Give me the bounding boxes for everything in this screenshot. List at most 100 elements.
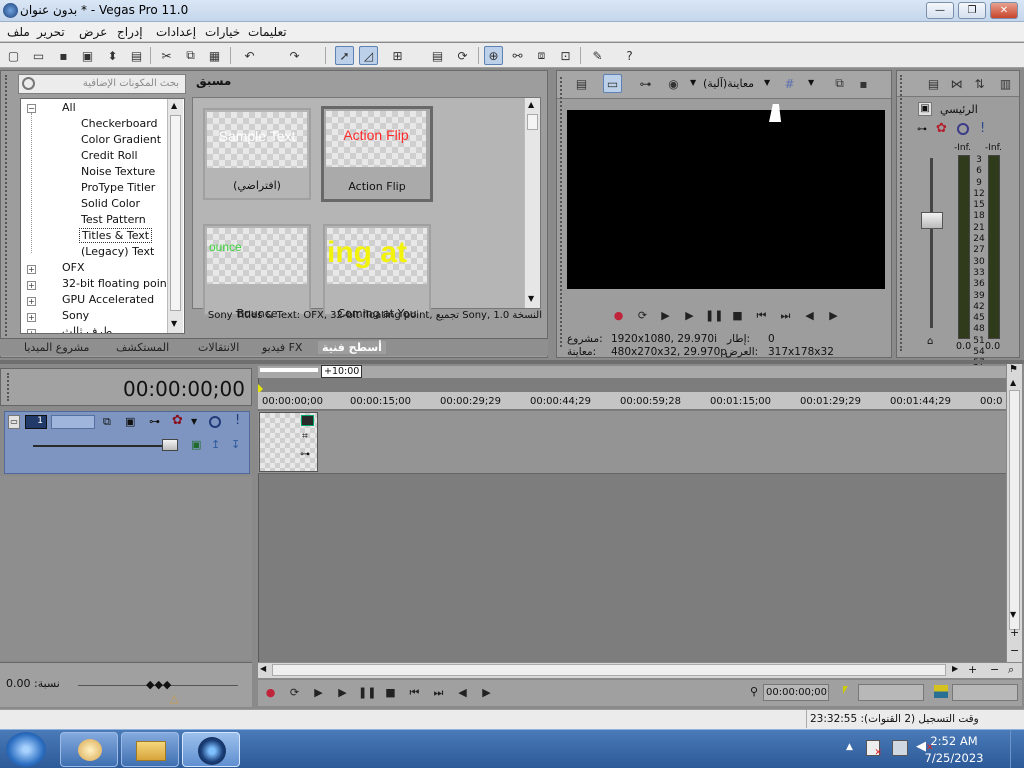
downmix-icon[interactable]: ▤ [924, 74, 943, 93]
clip-media-fx-icon[interactable] [301, 415, 314, 426]
tree-group-third-party[interactable]: طرف ثالث [62, 325, 112, 333]
master-fader-handle[interactable] [921, 212, 943, 229]
cursor-time-field[interactable]: 00:00:00;00 [763, 684, 829, 701]
master-bus-icon[interactable]: ▣ [918, 102, 932, 116]
go-to-end-icon[interactable]: ⏭ [777, 307, 794, 324]
video-track-lane[interactable] [258, 411, 1006, 474]
show-hidden-icons[interactable]: ▲ [846, 742, 853, 752]
record-icon[interactable]: ● [610, 307, 627, 324]
undo-icon[interactable]: ↶ [240, 46, 259, 65]
timeline-horizontal-scrollbar[interactable]: ◀ ▶ + − ⌕ [258, 662, 1022, 678]
bypass-motion-blur-icon[interactable]: ↥ [211, 438, 220, 451]
action-center-icon[interactable]: ✕ [866, 740, 882, 758]
tree-item-checkerboard[interactable]: Checkerboard [81, 117, 158, 130]
go-to-start-icon[interactable]: ⏮ [753, 307, 770, 324]
marker-flag-icon[interactable]: ⚑ [1009, 364, 1018, 375]
menu-view[interactable]: عرض [79, 25, 107, 39]
save-snapshot-icon[interactable]: ▪ [854, 74, 873, 93]
external-monitor-icon[interactable]: ▭ [603, 74, 622, 93]
loop-region-bar[interactable] [260, 368, 318, 372]
tree-item-protype-titler[interactable]: ProType Titler [81, 181, 155, 194]
menu-edit[interactable]: تحرير [37, 25, 65, 39]
auto-ripple-icon[interactable]: ⟳ [453, 46, 472, 65]
clip-pan-icon[interactable]: ⊶ [300, 449, 310, 460]
tree-scrollbar[interactable]: ▲ ▼ [167, 99, 183, 333]
plugin-tree[interactable]: − All Checkerboard Color Gradient Credit… [20, 98, 185, 334]
tree-group-ofx[interactable]: OFX [62, 261, 85, 274]
track-name-input[interactable] [51, 415, 95, 429]
overlays-icon[interactable]: # [780, 74, 799, 93]
tree-group-sony[interactable]: Sony [62, 309, 89, 322]
timeline-vertical-scrollbar[interactable]: ⚑ ▲ ▼ + − [1006, 364, 1022, 662]
project-settings-icon[interactable]: ▤ [572, 74, 591, 93]
tab-project-media[interactable]: مشروع الميديا [24, 341, 89, 354]
open-icon[interactable]: ▭ [29, 46, 48, 65]
menu-insert[interactable]: إدراج [117, 25, 143, 39]
next-frame-icon[interactable]: ▶ [825, 307, 842, 324]
tree-item-solid-color[interactable]: Solid Color [81, 197, 140, 210]
track-minimize-icon[interactable]: ▭ [8, 415, 20, 429]
pause-icon[interactable]: ❚❚ [705, 307, 723, 324]
level-slider-handle[interactable] [162, 439, 178, 451]
play-from-start-icon[interactable]: ▶ [310, 684, 327, 701]
new-icon[interactable]: ▢ [4, 46, 23, 65]
tree-item-titles-text[interactable]: Titles & Text [79, 228, 153, 243]
lock-envelopes-icon[interactable]: ⊕ [484, 46, 503, 65]
tree-group-gpu[interactable]: GPU Accelerated [62, 293, 154, 306]
whats-this-help-icon[interactable]: ? [620, 46, 639, 65]
tree-item-color-gradient[interactable]: Color Gradient [81, 133, 161, 146]
composite-mode-icon[interactable]: ⧉ [103, 415, 111, 429]
menu-help[interactable]: تعليمات [248, 25, 287, 39]
envelope-tool-icon[interactable]: ◿ [359, 46, 378, 65]
mixer-properties-icon[interactable]: ▥ [996, 74, 1015, 93]
play-from-start-icon[interactable]: ▶ [657, 307, 674, 324]
brush-icon[interactable]: ✎ [588, 46, 607, 65]
auto-crossfade-icon[interactable]: ⧈ [532, 46, 551, 65]
make-compositing-child-icon[interactable]: ▣ [125, 415, 135, 428]
tree-item-legacy-text[interactable]: (Legacy) Text [81, 245, 154, 258]
plugin-search-input[interactable]: بحث المكونات الإضافية [18, 74, 186, 94]
go-to-end-icon[interactable]: ⏭ [430, 684, 447, 701]
redo-icon[interactable]: ↷ [285, 46, 304, 65]
presets-scrollbar[interactable]: ▲ ▼ [524, 98, 540, 308]
play-icon[interactable]: ▶ [334, 684, 351, 701]
clip-crop-icon[interactable]: ⌗ [302, 431, 308, 442]
mute-channels-icon[interactable]: ⇅ [970, 74, 989, 93]
master-solo-icon[interactable]: ! [980, 121, 985, 136]
go-to-start-icon[interactable]: ⏮ [406, 684, 423, 701]
stop-icon[interactable]: ■ [729, 307, 746, 324]
track-mute-icon[interactable] [209, 416, 221, 428]
time-ruler[interactable]: 00:00:00;00 00:00:15;00 00:00:29;29 00:0… [258, 392, 1006, 410]
master-mute-icon[interactable] [957, 123, 969, 135]
network-icon[interactable] [892, 740, 908, 756]
preview-quality-dropdown[interactable]: معاينة(آلية) [703, 77, 754, 90]
save-icon[interactable]: ▪ [54, 46, 73, 65]
selection-start-field[interactable] [858, 684, 924, 701]
previous-frame-icon[interactable]: ◀ [801, 307, 818, 324]
dim-output-icon[interactable]: ⋈ [947, 74, 966, 93]
track-list-empty-area[interactable] [0, 476, 252, 660]
loop-icon[interactable]: ⟳ [634, 307, 651, 324]
fader-lock-icon[interactable]: ⌂ [927, 336, 933, 347]
track-effects-chain-icon[interactable]: ▣ [191, 438, 201, 451]
minimize-button[interactable]: — [926, 2, 954, 19]
save-as-icon[interactable]: ▣ [78, 46, 97, 65]
split-screen-icon[interactable]: ◉ [664, 74, 683, 93]
zoom-tool-icon[interactable]: ⌕ [1008, 663, 1014, 677]
tab-media-generators[interactable]: أسطح فنية [318, 341, 386, 354]
loop-icon[interactable]: ⟳ [286, 684, 303, 701]
show-desktop-button[interactable] [1010, 730, 1024, 768]
normal-edit-tool-icon[interactable]: ➚ [335, 46, 354, 65]
tree-root-all[interactable]: All [62, 101, 76, 114]
expand-keyframes-icon[interactable]: ↧ [231, 438, 240, 451]
stop-icon[interactable]: ■ [382, 684, 399, 701]
menu-settings[interactable]: إعدادات [156, 25, 196, 39]
media-clip[interactable]: ⌗ ⊶ [259, 412, 318, 472]
preset-coming-at-you[interactable]: ing at Coming at You [323, 224, 431, 320]
zoom-in-icon[interactable]: + [968, 663, 977, 676]
taskbar-explorer-app[interactable] [121, 732, 179, 767]
video-preview-screen[interactable] [567, 110, 885, 289]
track-fx-dropdown-icon[interactable]: ▼ [191, 417, 197, 426]
video-track-header[interactable]: ▭ 1 ⧉ ▣ ⊶ ✿ ▼ ! ▣ ↥ ↧ [4, 411, 250, 474]
master-fx-icon[interactable]: ✿ [936, 121, 947, 136]
